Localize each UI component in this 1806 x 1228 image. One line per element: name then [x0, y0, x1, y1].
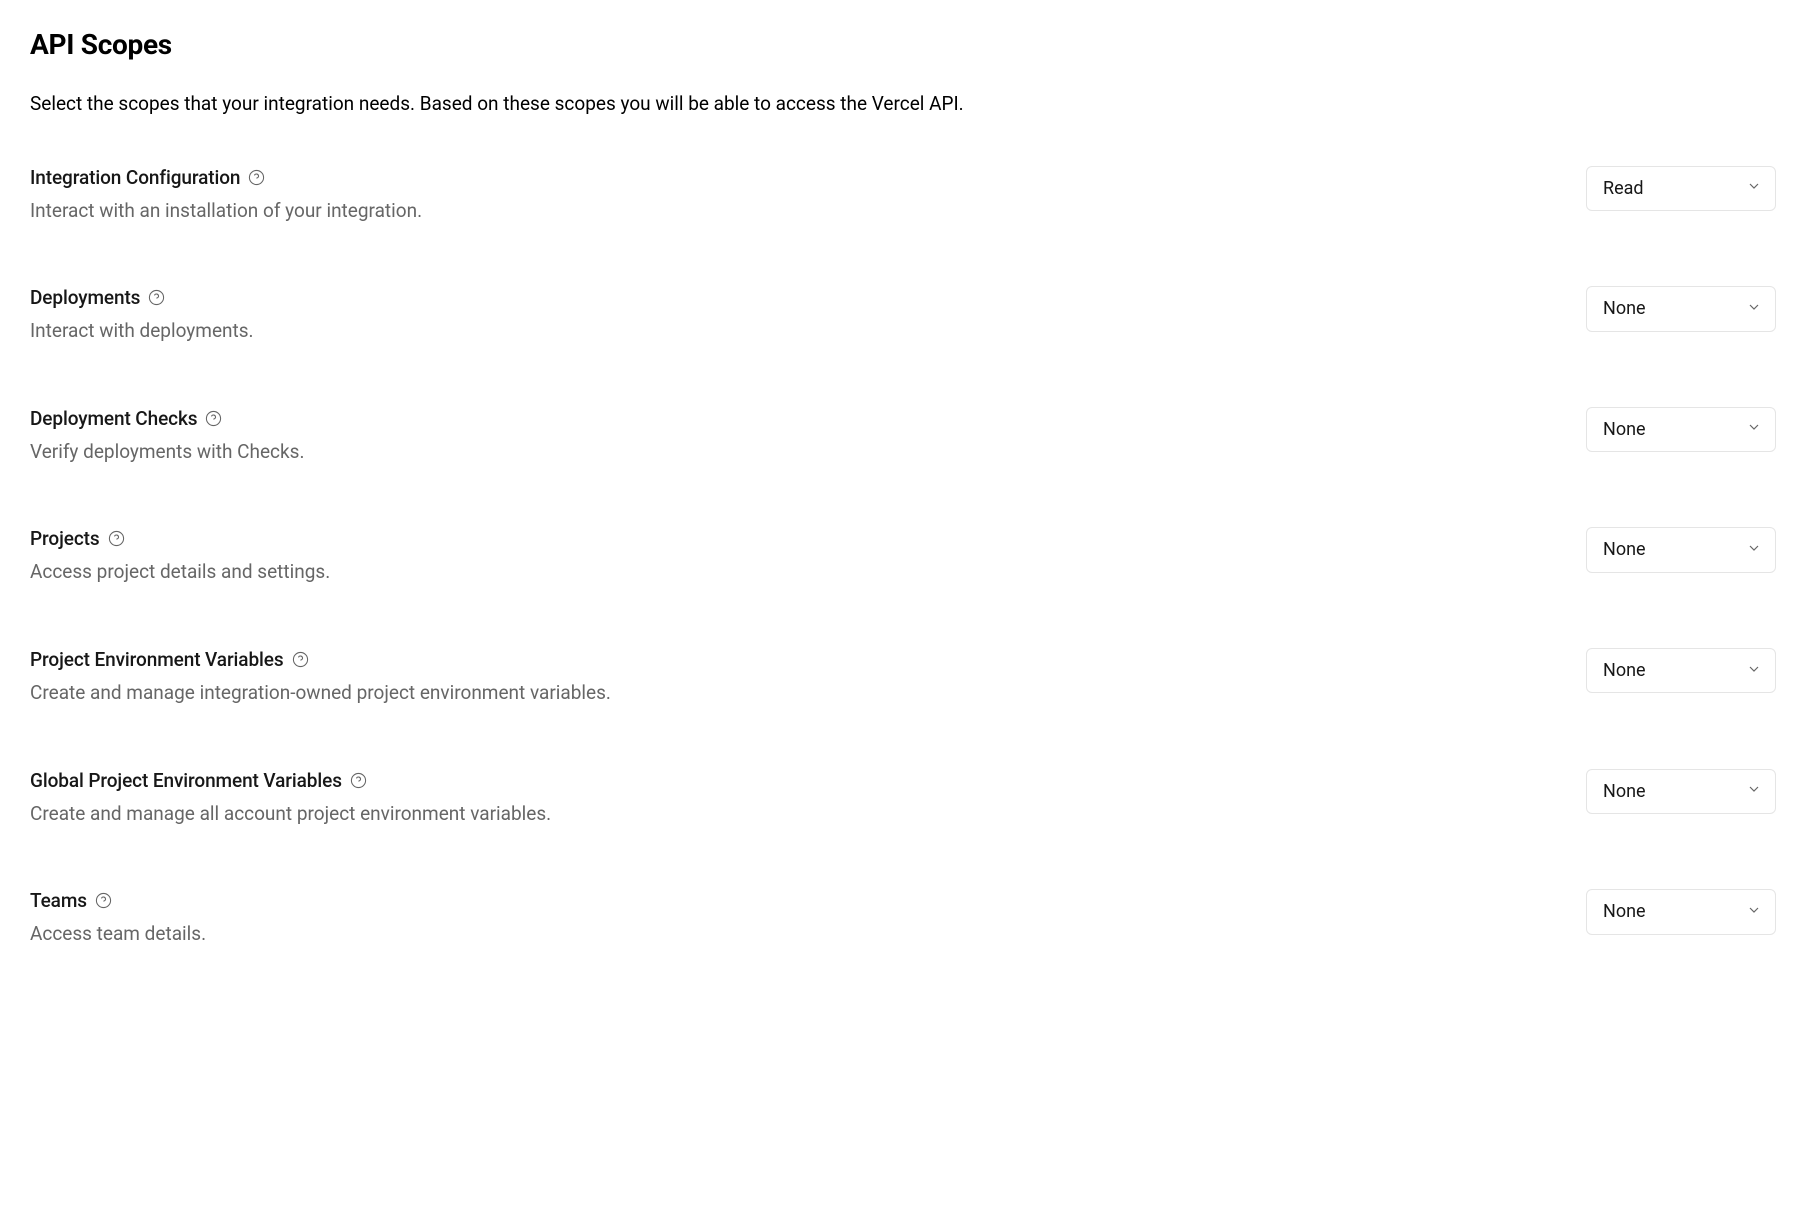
scope-info: Projects Access project details and sett… [30, 527, 1562, 586]
scope-label-line: Project Environment Variables [30, 648, 1562, 671]
scope-select-wrap: NoneReadRead/Write [1586, 407, 1776, 452]
scope-info: Global Project Environment Variables Cre… [30, 769, 1562, 828]
scope-select-wrap: NoneReadRead/Write [1586, 286, 1776, 331]
scope-info: Deployment Checks Verify deployments wit… [30, 407, 1562, 466]
help-icon[interactable] [95, 892, 112, 909]
scope-info: Deployments Interact with deployments. [30, 286, 1562, 345]
scope-description: Create and manage all account project en… [30, 801, 1562, 828]
scope-label: Teams [30, 889, 87, 912]
scope-description: Interact with an installation of your in… [30, 198, 1562, 225]
scope-label-line: Projects [30, 527, 1562, 550]
scope-select-integration-configuration[interactable]: NoneReadRead/Write [1586, 166, 1776, 211]
scope-row-deployments: Deployments Interact with deployments. N… [30, 286, 1776, 345]
scope-description: Access team details. [30, 921, 1562, 948]
scope-info: Integration Configuration Interact with … [30, 166, 1562, 225]
scope-select-projects[interactable]: NoneReadRead/Write [1586, 527, 1776, 572]
scope-info: Teams Access team details. [30, 889, 1562, 948]
scope-select-wrap: NoneReadRead/Write [1586, 527, 1776, 572]
scope-select-deployment-checks[interactable]: NoneReadRead/Write [1586, 407, 1776, 452]
scope-select-wrap: NoneReadRead/Write [1586, 166, 1776, 211]
scope-label: Deployments [30, 286, 140, 309]
help-icon[interactable] [350, 772, 367, 789]
scope-info: Project Environment Variables Create and… [30, 648, 1562, 707]
scope-row-projects: Projects Access project details and sett… [30, 527, 1776, 586]
scope-label-line: Global Project Environment Variables [30, 769, 1562, 792]
scope-select-deployments[interactable]: NoneReadRead/Write [1586, 286, 1776, 331]
scope-list: Integration Configuration Interact with … [30, 166, 1776, 948]
help-icon[interactable] [292, 651, 309, 668]
scope-label-line: Deployment Checks [30, 407, 1562, 430]
scope-description: Verify deployments with Checks. [30, 439, 1562, 466]
scope-select-wrap: NoneReadRead/Write [1586, 889, 1776, 934]
scope-label-line: Integration Configuration [30, 166, 1562, 189]
help-icon[interactable] [205, 410, 222, 427]
help-icon[interactable] [108, 530, 125, 547]
scope-select-wrap: NoneReadRead/Write [1586, 769, 1776, 814]
scope-select-global-project-env-vars[interactable]: NoneReadRead/Write [1586, 769, 1776, 814]
scope-label: Deployment Checks [30, 407, 197, 430]
scope-label: Project Environment Variables [30, 648, 284, 671]
scope-label-line: Teams [30, 889, 1562, 912]
scope-label: Projects [30, 527, 100, 550]
scope-label: Integration Configuration [30, 166, 240, 189]
scope-row-deployment-checks: Deployment Checks Verify deployments wit… [30, 407, 1776, 466]
scope-select-teams[interactable]: NoneReadRead/Write [1586, 889, 1776, 934]
help-icon[interactable] [248, 169, 265, 186]
page-description: Select the scopes that your integration … [30, 91, 1776, 118]
scope-row-teams: Teams Access team details. NoneReadRead/… [30, 889, 1776, 948]
scope-label: Global Project Environment Variables [30, 769, 342, 792]
scope-row-integration-configuration: Integration Configuration Interact with … [30, 166, 1776, 225]
scope-row-project-env-vars: Project Environment Variables Create and… [30, 648, 1776, 707]
scope-select-wrap: NoneReadRead/Write [1586, 648, 1776, 693]
scope-description: Interact with deployments. [30, 318, 1562, 345]
scope-label-line: Deployments [30, 286, 1562, 309]
help-icon[interactable] [148, 289, 165, 306]
scope-description: Create and manage integration-owned proj… [30, 680, 1562, 707]
page-title: API Scopes [30, 28, 1776, 61]
scope-description: Access project details and settings. [30, 559, 1562, 586]
scope-select-project-env-vars[interactable]: NoneReadRead/Write [1586, 648, 1776, 693]
scope-row-global-project-env-vars: Global Project Environment Variables Cre… [30, 769, 1776, 828]
